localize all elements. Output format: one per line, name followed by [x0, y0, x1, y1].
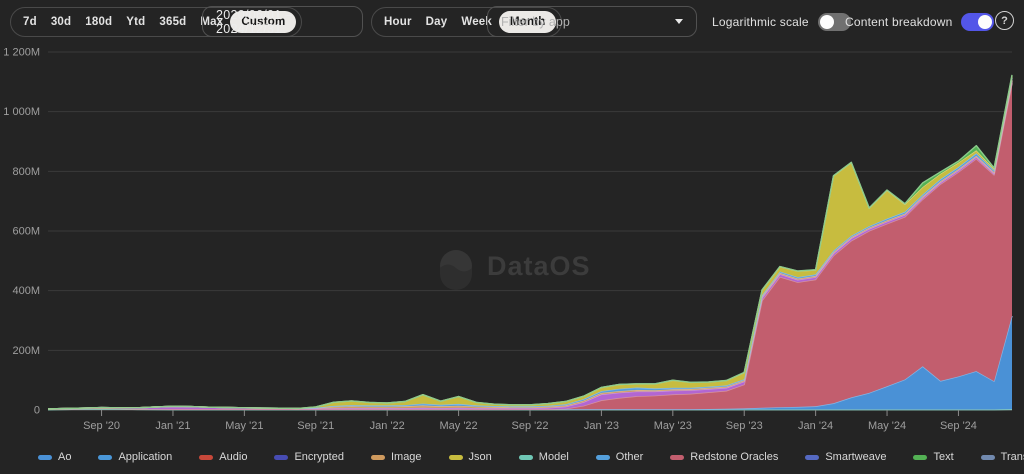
x-axis-tick-label: Sep '23 [726, 420, 763, 432]
x-axis-tick-label: Jan '23 [584, 420, 619, 432]
toolbar: 7d30d180dYtd365dMaxCustom 2020/06/01 – 2… [0, 0, 1024, 44]
legend-label: Smartweave [825, 451, 886, 463]
x-axis-tick-label: Jan '22 [370, 420, 405, 432]
legend-item-json[interactable]: Json [449, 451, 492, 463]
y-axis-tick-label: 800M [12, 166, 40, 178]
x-axis-tick-label: Jan '24 [798, 420, 833, 432]
y-axis-tick-label: 0 [34, 405, 40, 417]
legend-label: Model [539, 451, 569, 463]
legend-swatch [199, 455, 213, 460]
legend-swatch [805, 455, 819, 460]
x-axis-tick-label: Sep '24 [940, 420, 977, 432]
legend-label: Redstone Oracles [690, 451, 778, 463]
legend-label: Image [391, 451, 422, 463]
legend-swatch [98, 455, 112, 460]
range-button-365d[interactable]: 365d [152, 12, 193, 32]
legend-label: Transaction [1001, 451, 1024, 463]
help-glyph: ? [1001, 15, 1008, 27]
legend-item-encrypted[interactable]: Encrypted [274, 451, 344, 463]
log-scale-control: Logarithmic scale [712, 0, 851, 44]
stacked-area-chart[interactable]: 0 200M 400M 600M 800M 1 000M 1 200M DataOS Sep '… [0, 44, 1024, 440]
granularity-button-hour[interactable]: Hour [377, 12, 419, 32]
filter-by-app-placeholder: Filter by app [501, 15, 570, 29]
legend-label: Text [933, 451, 953, 463]
legend-swatch [274, 455, 288, 460]
x-axis-tick-label: May '23 [654, 420, 692, 432]
legend-item-smartweave[interactable]: Smartweave [805, 451, 886, 463]
date-range-input[interactable]: 2020/06/01 – 2024/12/31 [202, 6, 363, 37]
x-axis-tick-label: May '22 [439, 420, 477, 432]
legend-item-transaction[interactable]: Transaction [981, 451, 1024, 463]
range-button-30d[interactable]: 30d [44, 12, 78, 32]
toggle-knob [820, 15, 834, 29]
x-axis-tick-label: May '21 [225, 420, 263, 432]
legend-item-application[interactable]: Application [98, 451, 172, 463]
legend-label: Encrypted [294, 451, 344, 463]
legend-item-other[interactable]: Other [596, 451, 644, 463]
legend-swatch [596, 455, 610, 460]
date-range-value: 2020/06/01 – 2024/12/31 [216, 8, 349, 36]
chart-legend: Ao Application Audio Encrypted Image Json Mode… [0, 440, 1024, 474]
area-redstone-oracles[interactable] [48, 83, 1012, 409]
filter-by-app-dropdown[interactable]: Filter by app [487, 6, 697, 37]
legend-label: Other [616, 451, 644, 463]
y-axis-tick-label: 200M [12, 345, 40, 357]
legend-item-audio[interactable]: Audio [199, 451, 247, 463]
legend-label: Ao [58, 451, 71, 463]
legend-swatch [449, 455, 463, 460]
legend-item-ao[interactable]: Ao [38, 451, 71, 463]
legend-swatch [913, 455, 927, 460]
y-axis-tick-label: 600M [12, 226, 40, 238]
content-breakdown-label: Content breakdown [845, 15, 952, 29]
legend-label: Audio [219, 451, 247, 463]
x-axis-tick-label: Sep '21 [297, 420, 334, 432]
legend-item-model[interactable]: Model [519, 451, 569, 463]
legend-swatch [670, 455, 684, 460]
y-axis-tick-label: 1 000M [3, 106, 40, 118]
content-breakdown-control: Content breakdown [845, 0, 994, 44]
x-axis-tick-label: May '24 [868, 420, 906, 432]
range-button-180d[interactable]: 180d [78, 12, 119, 32]
legend-item-redstone-oracles[interactable]: Redstone Oracles [670, 451, 778, 463]
help-icon[interactable]: ? [995, 11, 1014, 30]
legend-swatch [981, 455, 995, 460]
legend-swatch [38, 455, 52, 460]
log-scale-label: Logarithmic scale [712, 15, 809, 29]
y-axis-tick-label: 1 200M [3, 47, 40, 59]
granularity-button-day[interactable]: Day [419, 12, 455, 32]
content-breakdown-toggle[interactable] [961, 13, 994, 31]
y-axis-tick-label: 400M [12, 285, 40, 297]
toggle-knob [978, 15, 992, 29]
x-axis-tick-label: Sep '22 [512, 420, 549, 432]
range-button-7d[interactable]: 7d [16, 12, 44, 32]
legend-item-image[interactable]: Image [371, 451, 422, 463]
watermark: DataOS [440, 250, 591, 290]
watermark-text: DataOS [487, 251, 591, 281]
x-axis-tick-label: Sep '20 [83, 420, 120, 432]
legend-swatch [519, 455, 533, 460]
range-button-ytd[interactable]: Ytd [119, 12, 152, 32]
legend-label: Application [118, 451, 172, 463]
legend-item-text[interactable]: Text [913, 451, 953, 463]
legend-swatch [371, 455, 385, 460]
x-axis-tick-label: Jan '21 [155, 420, 190, 432]
chart-canvas[interactable]: 0 200M 400M 600M 800M 1 000M 1 200M DataOS Sep '… [0, 44, 1024, 440]
chevron-down-icon [675, 19, 683, 24]
legend-label: Json [469, 451, 492, 463]
